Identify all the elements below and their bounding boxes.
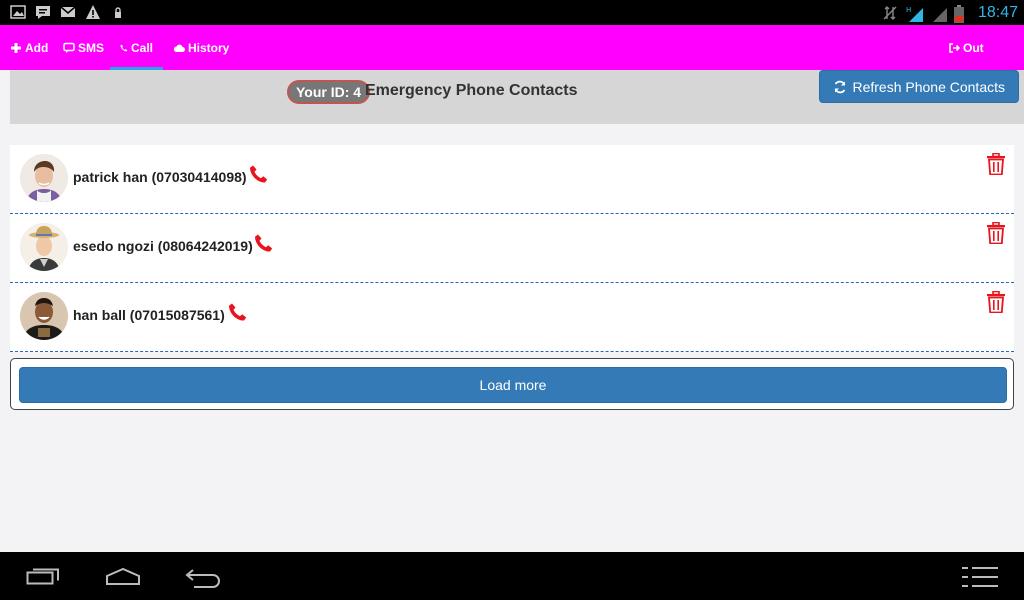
mail-icon (60, 4, 76, 20)
refresh-icon (835, 80, 846, 93)
nav-history-label: History (188, 40, 230, 55)
signal-h-icon: H (906, 5, 923, 22)
avatar (20, 223, 68, 271)
nav-add[interactable]: Add (10, 25, 48, 70)
phone-icon[interactable] (249, 164, 269, 184)
nav-call[interactable]: Call (110, 25, 163, 70)
nav-call-label: Call (130, 40, 153, 55)
no-data-icon (882, 5, 898, 21)
contact-list: patrick han (07030414098) esedo ngozi (0… (10, 145, 1014, 352)
trash-icon[interactable] (986, 291, 1006, 313)
refresh-contacts-label: Refresh Phone Contacts (852, 78, 1005, 95)
chat-icon (35, 4, 51, 20)
warning-icon (85, 4, 101, 20)
contact-row: esedo ngozi (08064242019) (10, 214, 1014, 283)
avatar (20, 292, 68, 340)
home-icon[interactable] (105, 566, 141, 586)
load-more-panel: Load more (10, 358, 1014, 410)
recent-apps-icon[interactable] (26, 566, 60, 586)
image-icon (10, 4, 26, 20)
contact-row: han ball (07015087561) (10, 283, 1014, 352)
plus-icon (11, 42, 21, 53)
lock-icon (110, 4, 126, 20)
back-icon[interactable] (184, 566, 222, 588)
contact-name: han ball (07015087561) (73, 307, 225, 323)
contact-name: esedo ngozi (08064242019) (73, 238, 253, 254)
message-icon (63, 42, 75, 53)
page-title: Emergency Phone Contacts (365, 82, 578, 99)
contact-name: patrick han (07030414098) (73, 169, 247, 185)
nav-sms-label: SMS (78, 40, 105, 55)
top-nav: Add SMS Call History Out (0, 25, 1024, 70)
status-bar: H 18:47 (0, 0, 1024, 25)
nav-logout[interactable]: Out (948, 25, 984, 70)
contact-row: patrick han (07030414098) (10, 145, 1014, 214)
nav-add-label: Add (25, 40, 49, 55)
refresh-contacts-button[interactable]: Refresh Phone Contacts (819, 70, 1019, 103)
load-more-button[interactable]: Load more (19, 367, 1007, 403)
cloud-icon (173, 44, 185, 52)
phone-icon[interactable] (228, 302, 248, 322)
user-id-badge: Your ID: 4 (287, 80, 371, 104)
phone-icon (120, 44, 128, 52)
menu-icon[interactable] (962, 566, 1000, 588)
signal-icon (930, 5, 947, 22)
trash-icon[interactable] (986, 153, 1006, 175)
nav-history[interactable]: History (173, 25, 229, 70)
system-nav-bar (0, 552, 1024, 600)
avatar (20, 154, 68, 202)
header-panel: Your ID: 4 Emergency Phone Contacts Refr… (10, 70, 1024, 124)
nav-logout-label: Out (963, 40, 984, 55)
clock: 18:47 (977, 4, 1018, 21)
phone-icon[interactable] (254, 233, 274, 253)
svg-text:H: H (906, 6, 911, 14)
trash-icon[interactable] (986, 222, 1006, 244)
battery-icon (953, 4, 970, 23)
logout-icon (949, 42, 960, 53)
nav-sms[interactable]: SMS (63, 25, 104, 70)
